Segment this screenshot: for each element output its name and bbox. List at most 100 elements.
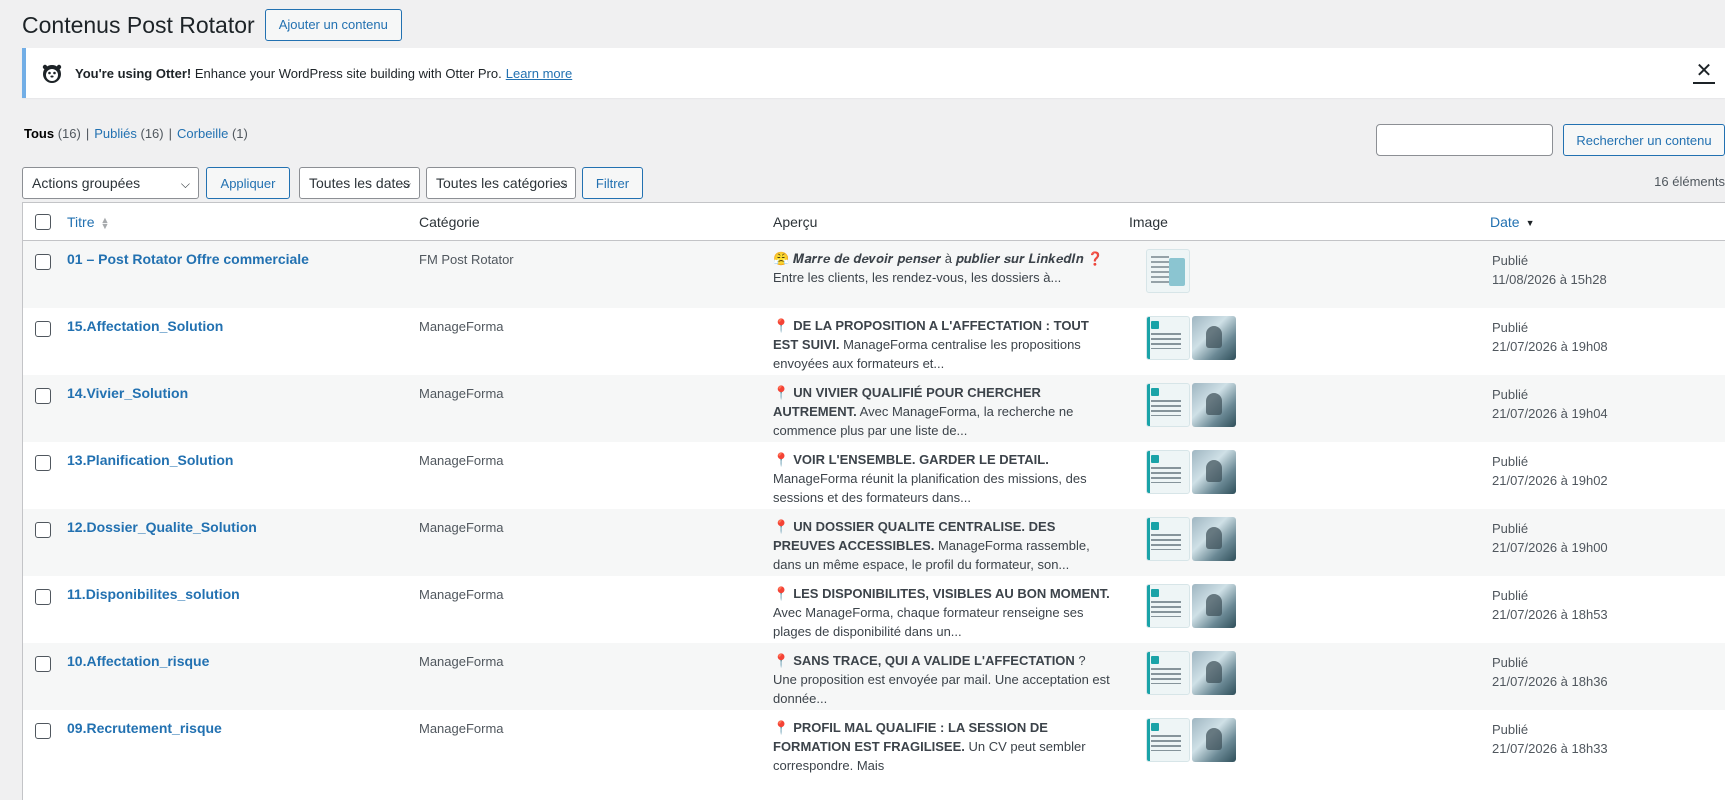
filter-button[interactable]: Filtrer — [582, 167, 643, 199]
preview-bold: LES DISPONIBILITES, VISIBLES AU BON MOME… — [793, 586, 1110, 601]
row-title-link[interactable]: 12.Dossier_Qualite_Solution — [67, 519, 257, 535]
table-row: 11.Disponibilites_solution ManageForma 📍… — [23, 576, 1725, 643]
view-all[interactable]: Tous (16) — [24, 126, 81, 141]
row-title-link[interactable]: 14.Vivier_Solution — [67, 385, 188, 401]
preview-text: Entre les clients, les rendez-vous, les … — [773, 270, 1062, 285]
pin-icon: 📍 — [773, 586, 790, 601]
column-date-header[interactable]: Date ▼ — [1490, 214, 1535, 230]
column-category-header: Catégorie — [419, 214, 480, 230]
row-checkbox[interactable] — [35, 455, 51, 471]
column-image-header: Image — [1129, 214, 1168, 230]
row-category: ManageForma — [419, 721, 504, 736]
row-date: Publié 21/07/2026 à 19h02 — [1492, 452, 1608, 490]
row-title-link[interactable]: 13.Planification_Solution — [67, 452, 233, 468]
add-content-button[interactable]: Ajouter un contenu — [264, 9, 402, 41]
row-preview: 📍 LES DISPONIBILITES, VISIBLES AU BON MOM… — [773, 584, 1113, 641]
pin-icon: 📍 — [773, 385, 790, 400]
learn-more-link[interactable]: Learn more — [506, 66, 572, 81]
preview-bold: SANS TRACE, QUI A VALIDE L'AFFECTATION — [793, 653, 1075, 668]
close-icon[interactable]: ✕ — [1693, 60, 1715, 84]
notice-message: Enhance your WordPress site building wit… — [194, 65, 502, 81]
row-title-link[interactable]: 11.Disponibilites_solution — [67, 586, 240, 602]
row-images — [1146, 249, 1190, 293]
thumbnail-photo — [1192, 651, 1236, 695]
view-trash[interactable]: Corbeille — [177, 126, 228, 141]
row-status: Publié — [1492, 387, 1529, 402]
row-datetime: 21/07/2026 à 18h33 — [1492, 741, 1608, 756]
row-title-link[interactable]: 01 – Post Rotator Offre commerciale — [67, 251, 309, 267]
row-preview: 📍 UN VIVIER QUALIFIÉ POUR CHERCHER AUTREM… — [773, 383, 1113, 440]
categories-filter-value: Toutes les catégories — [436, 175, 568, 191]
select-all-checkbox[interactable] — [35, 214, 51, 230]
row-checkbox[interactable] — [35, 522, 51, 538]
chevron-down-icon: ⌵ — [180, 177, 190, 191]
categories-filter-select[interactable]: Toutes les catégories ⌵ — [426, 167, 576, 199]
thumbnail-photo — [1192, 718, 1236, 762]
items-count: 16 éléments — [1654, 174, 1725, 189]
row-status: Publié — [1492, 521, 1529, 536]
pin-icon: 📍 — [773, 318, 790, 333]
row-title-link[interactable]: 15.Affectation_Solution — [67, 318, 223, 334]
row-date: Publié 21/07/2026 à 18h33 — [1492, 720, 1608, 758]
row-preview: 📍 SANS TRACE, QUI A VALIDE L'AFFECTATION … — [773, 651, 1113, 708]
row-datetime: 21/07/2026 à 19h04 — [1492, 406, 1608, 421]
posts-table: Titre ▲ ▼ Catégorie Aperçu Image Date ▼ 01 … — [22, 202, 1725, 800]
search-button[interactable]: Rechercher un contenu — [1563, 124, 1725, 156]
row-title-link[interactable]: 10.Affectation_risque — [67, 653, 209, 669]
row-status: Publié — [1492, 454, 1529, 469]
row-category: FM Post Rotator — [419, 252, 514, 267]
sort-icon: ▲ ▼ — [100, 215, 110, 232]
otter-notice: You're using Otter! Enhance your WordPre… — [22, 48, 1725, 98]
row-date: Publié 21/07/2026 à 19h08 — [1492, 318, 1608, 356]
notice-strong: You're using Otter! — [75, 65, 192, 81]
row-title-link[interactable]: 09.Recrutement_risque — [67, 720, 222, 736]
row-datetime: 21/07/2026 à 19h02 — [1492, 473, 1608, 488]
bulk-actions-value: Actions groupées — [32, 175, 141, 191]
thumbnail-image — [1146, 316, 1190, 360]
sort-desc-icon: ▼ — [1525, 218, 1535, 229]
thumbnail-photo — [1192, 450, 1236, 494]
row-checkbox[interactable] — [35, 388, 51, 404]
row-status: Publié — [1492, 588, 1529, 603]
status-views: Tous (16) | Publiés (16) | Corbeille (1) — [24, 126, 248, 141]
preview-text: Avec ManageForma, chaque formateur rense… — [773, 605, 1084, 639]
row-checkbox[interactable] — [35, 723, 51, 739]
apply-button[interactable]: Appliquer — [206, 167, 290, 199]
view-published[interactable]: Publiés — [94, 126, 137, 141]
row-checkbox[interactable] — [35, 656, 51, 672]
row-preview: 📍 VOIR L'ENSEMBLE. GARDER LE DETAIL. Mana… — [773, 450, 1113, 507]
row-status: Publié — [1492, 320, 1529, 335]
row-date: Publié 21/07/2026 à 18h53 — [1492, 586, 1608, 624]
row-status: Publié — [1492, 253, 1529, 268]
pin-icon: 📍 — [773, 452, 790, 467]
column-preview-header: Aperçu — [773, 214, 818, 230]
row-checkbox[interactable] — [35, 254, 51, 270]
chevron-down-icon: ⌵ — [557, 177, 567, 191]
row-preview: 📍 DE LA PROPOSITION A L'AFFECTATION : TOU… — [773, 316, 1113, 373]
preview-bold: VOIR L'ENSEMBLE. GARDER LE DETAIL. — [793, 452, 1049, 467]
row-checkbox[interactable] — [35, 589, 51, 605]
row-checkbox[interactable] — [35, 321, 51, 337]
chevron-down-icon: ⌵ — [401, 177, 411, 191]
row-datetime: 21/07/2026 à 19h00 — [1492, 540, 1608, 555]
bulk-actions-select[interactable]: Actions groupées ⌵ — [22, 167, 199, 199]
pin-icon: 📍 — [773, 720, 790, 735]
row-images — [1146, 450, 1236, 494]
row-datetime: 11/08/2026 à 15h28 — [1492, 272, 1607, 287]
notice-text: You're using Otter! Enhance your WordPre… — [75, 66, 502, 81]
row-images — [1146, 584, 1236, 628]
dates-filter-select[interactable]: Toutes les dates ⌵ — [299, 167, 420, 199]
thumbnail-photo — [1192, 316, 1236, 360]
row-date: Publié 21/07/2026 à 19h04 — [1492, 385, 1608, 423]
table-row: 15.Affectation_Solution ManageForma 📍 DE … — [23, 308, 1725, 375]
dates-filter-value: Toutes les dates — [309, 175, 411, 191]
table-row: 14.Vivier_Solution ManageForma 📍 UN VIVIE… — [23, 375, 1725, 442]
preview-lead: 😤 𝑴𝒂𝒓𝒓𝒆 𝒅𝒆 𝒅𝒆𝒗𝒐𝒊𝒓 𝒑𝒆𝒏𝒔𝒆𝒓 à 𝒑𝒖𝒃𝒍𝒊𝒆𝒓 𝒔𝒖𝒓 𝑳… — [773, 251, 1104, 266]
search-input[interactable] — [1376, 124, 1553, 156]
row-date: Publié 11/08/2026 à 15h28 — [1492, 251, 1607, 289]
row-category: ManageForma — [419, 319, 504, 334]
thumbnail-image — [1146, 517, 1190, 561]
column-title-header[interactable]: Titre ▲ ▼ — [67, 214, 110, 232]
pin-icon: 📍 — [773, 653, 790, 668]
thumbnail-photo — [1192, 517, 1236, 561]
